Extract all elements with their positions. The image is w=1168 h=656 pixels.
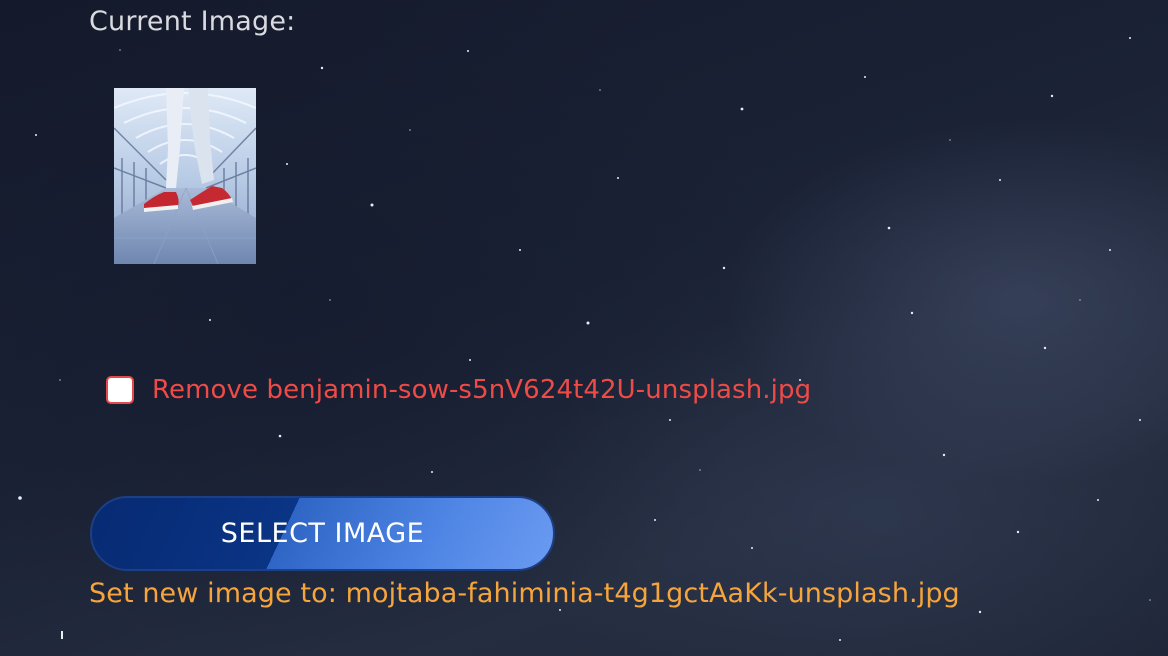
remove-image-row[interactable]: Remove benjamin-sow-s5nV624t42U-unsplash… xyxy=(106,375,811,405)
new-image-status: Set new image to: mojtaba-fahiminia-t4g1… xyxy=(89,578,960,609)
new-image-prefix: Set new image to: xyxy=(89,578,346,609)
new-image-filename: mojtaba-fahiminia-t4g1gctAaKk-unsplash.j… xyxy=(345,578,960,609)
current-image-label: Current Image: xyxy=(89,6,296,37)
select-image-button-label: SELECT IMAGE xyxy=(220,518,425,549)
remove-image-checkbox[interactable] xyxy=(106,376,134,404)
current-image-thumbnail xyxy=(114,88,256,264)
remove-image-label[interactable]: Remove benjamin-sow-s5nV624t42U-unsplash… xyxy=(152,375,811,405)
select-image-button[interactable]: SELECT IMAGE xyxy=(90,496,555,571)
